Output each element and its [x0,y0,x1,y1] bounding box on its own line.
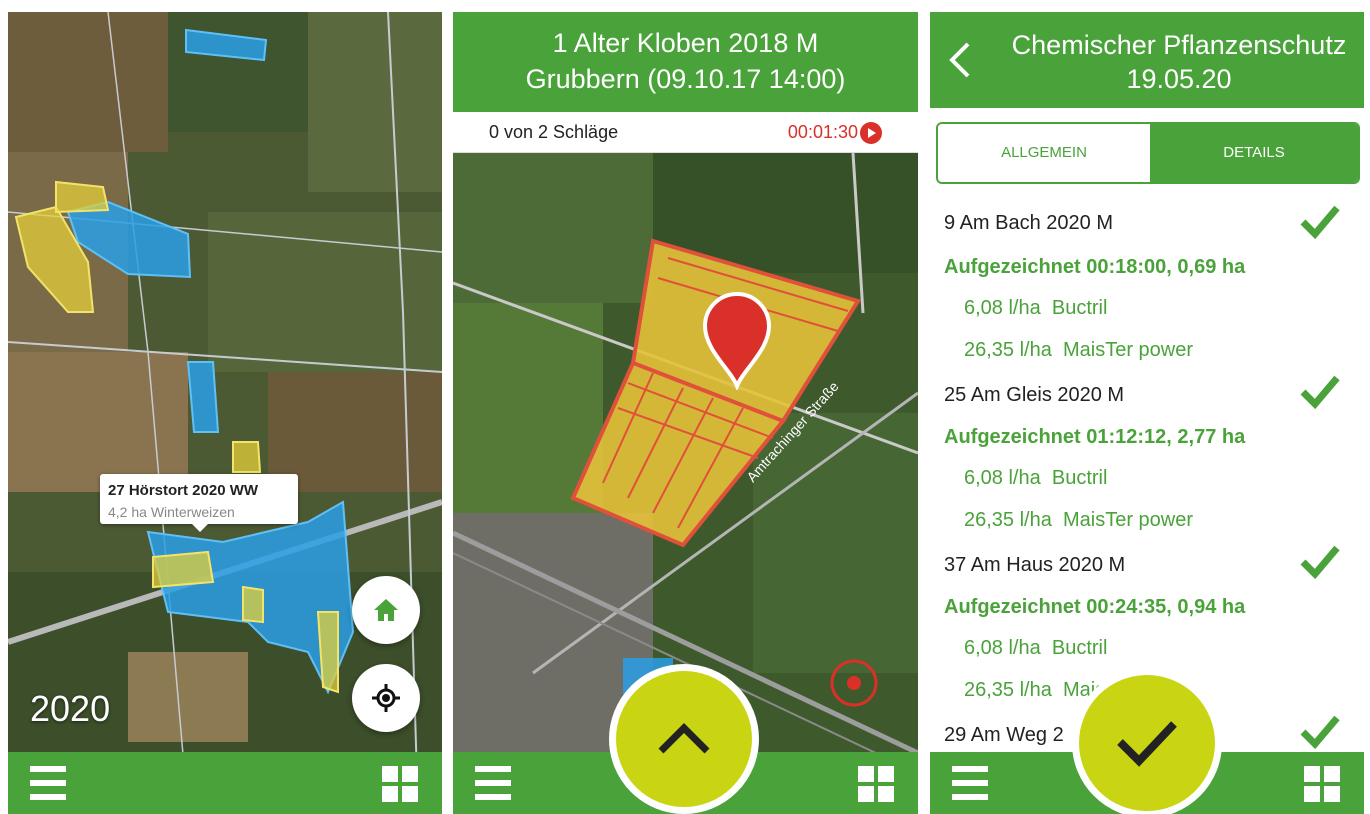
status-bar: 0 von 2 Schläge 00:01:30 [453,112,918,153]
header: Chemischer Pflanzenschutz 19.05.20 [930,12,1364,108]
field-name: 29 Am Weg 2 [944,724,1064,746]
back-arrow-icon[interactable] [946,40,976,80]
bottom-bar [8,752,442,814]
product-name: Buctril [1051,467,1108,489]
location-pin-icon [702,292,772,390]
home-icon [374,599,398,621]
field-count: 0 von 2 Schläge [489,122,619,142]
recorded-info: Aufgezeichnet 01:12:12, 2,77 ha [944,426,1246,448]
tooltip-title: 27 Hörstort 2020 WW [108,482,259,499]
field-tooltip[interactable]: 27 Hörstort 2020 WW 4,2 ha Winterweizen [100,474,298,532]
field-map-screen: 27 Hörstort 2020 WW 4,2 ha Winterweizen … [8,12,442,814]
confirm-button[interactable] [1072,668,1222,814]
checkmark-icon [1300,375,1340,410]
locate-button[interactable] [352,664,420,732]
header: 1 Alter Kloben 2018 M Grubbern (09.10.17… [453,12,918,112]
home-button[interactable] [352,576,420,644]
play-icon[interactable] [860,122,882,144]
field-name: 25 Am Gleis 2020 M [944,384,1125,406]
product-name: MaisTer power [1062,339,1194,361]
checkmark-icon [1300,205,1340,240]
product-row: 26,35 l/ha MaisTer power [964,339,1193,362]
protection-details-screen: Chemischer Pflanzenschutz 19.05.20 ALLGE… [930,12,1364,814]
product-name: MaisTer power [1062,509,1194,531]
record-timer: 00:01:30 [787,122,858,142]
recording-screen: 1 Alter Kloben 2018 M Grubbern (09.10.17… [453,12,918,814]
tab-allgemein[interactable]: ALLGEMEIN [938,124,1150,182]
field-name: 9 Am Bach 2020 M [944,212,1113,234]
product-rate: 26,35 l/ha [964,509,1052,531]
product-rate: 6,08 l/ha [964,467,1041,489]
product-name: Buctril [1051,637,1108,659]
product-row: 6,08 l/ha Buctril [964,467,1107,490]
product-name: Buctril [1051,297,1108,319]
recorded-info: Aufgezeichnet 00:18:00, 0,69 ha [944,256,1246,278]
hamburger-icon[interactable] [475,764,517,802]
season-year: 2020 [30,688,111,729]
product-row: 6,08 l/ha Buctril [964,637,1107,660]
product-rate: 6,08 l/ha [964,297,1041,319]
tab-details[interactable]: DETAILS [1150,124,1358,182]
grid-icon[interactable] [1304,766,1340,802]
chevron-up-icon [658,723,710,754]
product-row: 6,08 l/ha Buctril [964,297,1107,320]
recorded-info: Aufgezeichnet 00:24:35, 0,94 ha [944,596,1246,618]
hamburger-icon[interactable] [952,764,994,802]
checkmark-icon [1117,721,1177,767]
grid-icon[interactable] [858,766,894,802]
header-subtitle: Grubbern (09.10.17 14:00) [525,64,846,94]
grid-icon[interactable] [382,766,418,802]
product-rate: 26,35 l/ha [964,679,1052,701]
tab-bar: ALLGEMEIN DETAILS [936,122,1360,184]
header-date: 19.05.20 [1126,64,1232,94]
checkmark-icon [1300,715,1340,750]
product-row: 26,35 l/ha MaisTer power [964,509,1193,532]
crosshair-icon [372,684,400,712]
expand-button[interactable] [609,664,759,814]
tooltip-subtitle: 4,2 ha Winterweizen [108,504,235,520]
header-title: Chemischer Pflanzenschutz [1011,30,1347,60]
header-title: 1 Alter Kloben 2018 M [552,28,819,58]
product-rate: 26,35 l/ha [964,339,1052,361]
field-name: 37 Am Haus 2020 M [944,554,1126,576]
checkmark-icon [1300,545,1340,580]
hamburger-icon[interactable] [30,764,72,802]
product-rate: 6,08 l/ha [964,637,1041,659]
